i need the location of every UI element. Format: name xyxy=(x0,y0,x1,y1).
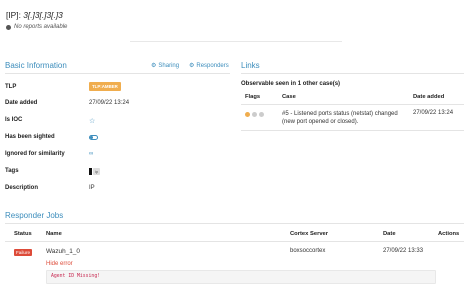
responder-table-header-line xyxy=(5,241,464,242)
col-cortex-server: Cortex Server xyxy=(290,231,329,237)
description-label: Description xyxy=(5,185,39,191)
has-been-sighted-label: Has been sighted xyxy=(5,134,55,140)
tlp-badge[interactable]: TLP:AMBER xyxy=(89,82,121,91)
divider xyxy=(130,41,342,42)
observable-type: [IP]: xyxy=(6,10,21,20)
col-date: Date xyxy=(383,231,396,237)
date-added-value: 27/09/22 13:24 xyxy=(89,100,130,106)
job-date: 27/09/22 13:33 xyxy=(383,248,424,254)
no-reports-text: No reports available xyxy=(14,24,68,30)
links-table-header-line xyxy=(241,104,464,105)
star-icon[interactable]: ☆ xyxy=(89,117,95,125)
basic-information-heading: Basic Information xyxy=(5,61,67,70)
col-status: Status xyxy=(14,231,32,237)
sighted-toggle-icon[interactable] xyxy=(89,135,98,140)
observable-seen-text: Observable seen in 1 other case(s) xyxy=(241,81,341,87)
link-icon[interactable]: ∞ xyxy=(89,151,93,157)
tag-color-marker xyxy=(89,168,92,175)
observable-title: [IP]: 3[.]3[.]3[.]3 xyxy=(6,10,63,20)
error-box xyxy=(46,270,436,284)
tags-label: Tags xyxy=(5,168,19,174)
col-name: Name xyxy=(46,231,62,237)
observable-value: 3[.]3[.]3[.]3 xyxy=(23,10,63,20)
responder-heading-underline xyxy=(5,223,464,224)
basic-heading-underline xyxy=(5,73,230,74)
tag-chip[interactable]: ip xyxy=(93,168,101,175)
info-icon xyxy=(6,24,11,30)
col-actions: Actions xyxy=(438,231,460,237)
case-flags xyxy=(245,112,264,117)
links-heading: Links xyxy=(241,61,260,70)
linked-case-link[interactable]: #5 - Listened ports status (netstat) cha… xyxy=(282,110,412,126)
cortex-server: boxsoccortex xyxy=(290,248,326,254)
date-added-label: Date added xyxy=(5,100,38,106)
col-date-added: Date added xyxy=(413,94,445,100)
sharing-label: Sharing xyxy=(158,62,180,69)
job-name: Wazuh_1_0 xyxy=(46,248,80,255)
linked-case-date: 27/09/22 13:24 xyxy=(413,110,454,116)
flag-dot-icon xyxy=(259,112,264,117)
ignored-similarity-label: Ignored for similarity xyxy=(5,151,65,157)
links-heading-underline xyxy=(241,73,464,74)
gear-icon: ⚙ xyxy=(189,63,195,69)
responder-jobs-heading: Responder Jobs xyxy=(5,211,64,220)
responders-button[interactable]: ⚙ Responders xyxy=(189,62,229,70)
responders-label: Responders xyxy=(196,62,229,69)
error-message: Agent ID Missing! xyxy=(51,274,101,279)
no-reports-notice: No reports available xyxy=(6,24,67,30)
col-flags: Flags xyxy=(245,94,261,100)
tlp-label: TLP xyxy=(5,84,17,90)
links-table-row-line xyxy=(241,130,464,131)
sharing-button[interactable]: ⚙ Sharing xyxy=(151,62,180,70)
flag-dot-icon xyxy=(252,112,257,117)
status-badge: Failure xyxy=(14,249,33,256)
description-value: IP xyxy=(89,185,95,191)
flag-dot-icon xyxy=(245,112,250,117)
is-ioc-label: Is IOC xyxy=(5,117,23,123)
hide-error-link[interactable]: Hide error xyxy=(46,261,73,267)
users-icon: ⚙ xyxy=(151,63,157,69)
col-case: Case xyxy=(282,94,296,100)
